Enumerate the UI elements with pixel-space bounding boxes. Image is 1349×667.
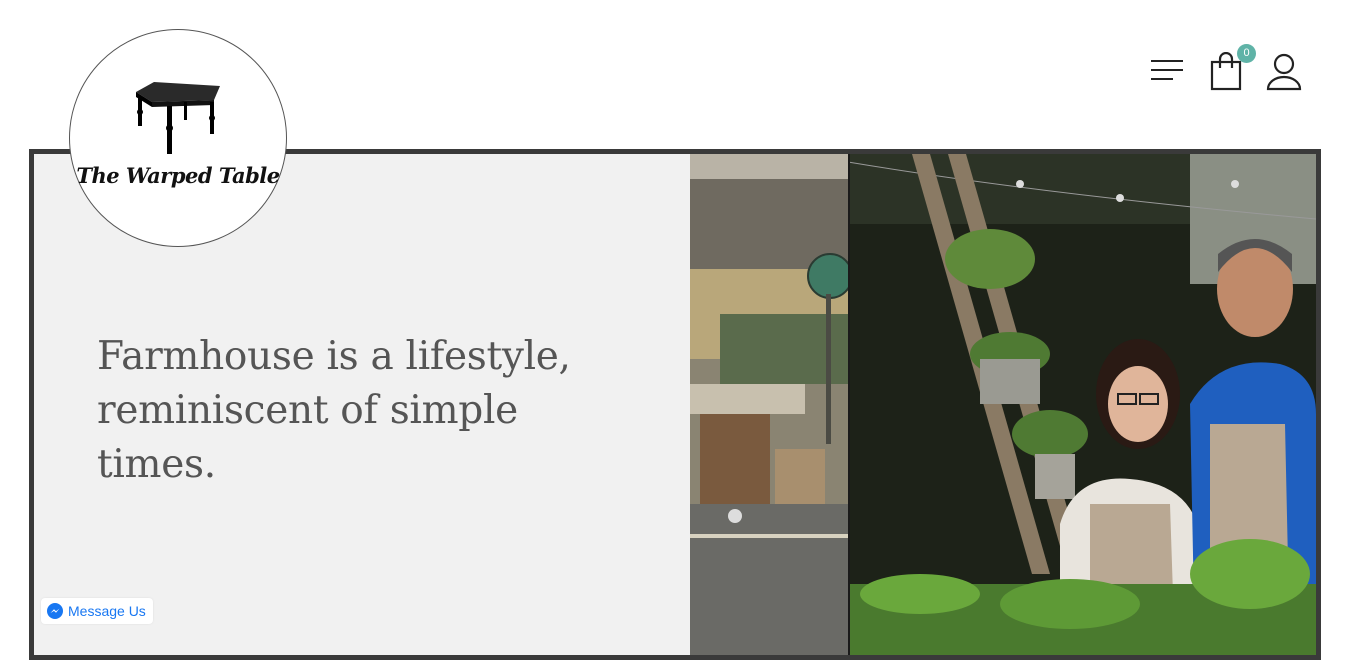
user-icon[interactable] [1265, 52, 1303, 92]
header-actions: 0 [1149, 44, 1309, 94]
hero-headline: Farmhouse is a lifestyle, reminiscent of… [97, 334, 571, 487]
brand-name: The Warped Table [76, 163, 280, 188]
menu-icon[interactable] [1149, 56, 1185, 86]
table-logo-icon [136, 82, 220, 154]
cart-count-badge: 0 [1237, 44, 1256, 63]
farmhouse-owners-photo [690, 154, 1316, 655]
messenger-icon [47, 603, 63, 619]
message-us-button[interactable]: Message Us [41, 598, 153, 624]
message-us-label: Message Us [68, 603, 146, 619]
brand-logo[interactable]: The Warped Table [69, 29, 287, 247]
